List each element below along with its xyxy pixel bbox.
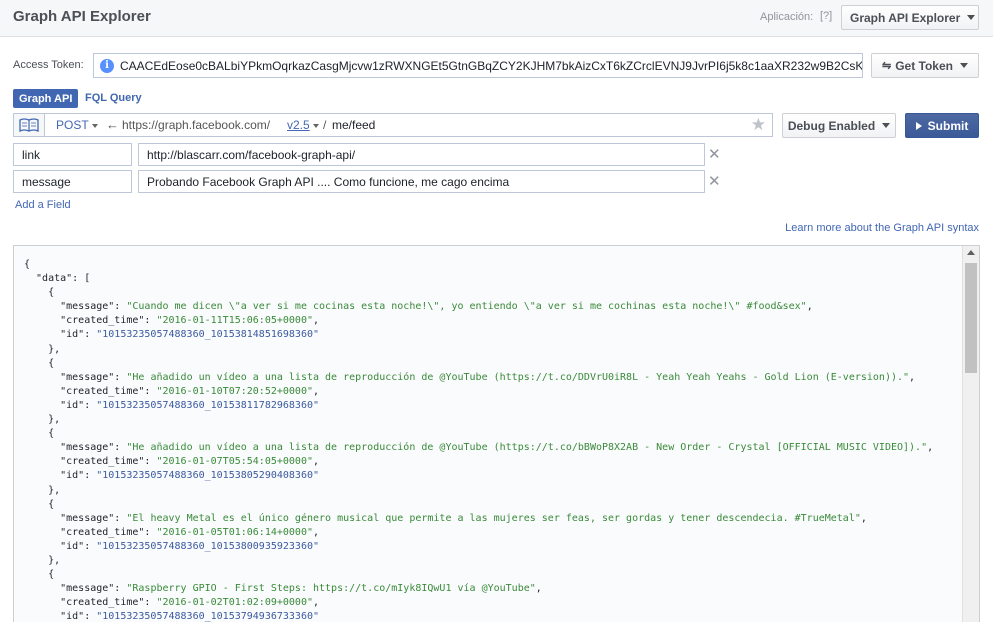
- tab-fql-query[interactable]: FQL Query: [85, 92, 142, 104]
- submit-button[interactable]: Submit: [905, 113, 979, 138]
- application-select-label: Graph API Explorer: [850, 10, 961, 25]
- chevron-down-icon: [312, 123, 319, 128]
- version-label: v2.5: [287, 118, 310, 132]
- info-icon[interactable]: i: [100, 58, 114, 73]
- get-token-label: Get Token: [895, 58, 953, 73]
- access-token-input[interactable]: i CAACEdEose0cBALbiYPkmOqrkazCasgMjcvw1z…: [93, 53, 863, 78]
- debug-select[interactable]: Debug Enabled: [782, 113, 896, 138]
- swap-icon: ⇋: [881, 60, 892, 72]
- field-value-input[interactable]: Probando Facebook Graph API .... Como fu…: [138, 170, 705, 193]
- get-token-button[interactable]: ⇋ Get Token: [871, 53, 979, 78]
- play-icon: [915, 121, 922, 130]
- result-created-time: "2016-01-11T15:06:05+0000": [156, 315, 313, 327]
- chevron-down-icon: [882, 123, 891, 128]
- version-select[interactable]: v2.5: [287, 118, 319, 132]
- add-field-link[interactable]: Add a Field: [15, 199, 71, 211]
- chevron-down-icon: [967, 15, 976, 20]
- submit-label: Submit: [927, 118, 969, 133]
- close-icon[interactable]: ✕: [708, 145, 721, 163]
- scrollbar-thumb[interactable]: [965, 263, 977, 373]
- result-scrollbar[interactable]: [962, 246, 979, 622]
- arrow-left-icon: ←: [106, 117, 119, 132]
- scroll-up-icon[interactable]: [967, 250, 975, 255]
- field-name-input[interactable]: link: [13, 143, 132, 166]
- star-icon[interactable]: ★: [751, 115, 766, 135]
- learn-more-link[interactable]: Learn more about the Graph API syntax: [785, 222, 979, 234]
- result-id[interactable]: "10153235057488360_10153805290408360": [96, 470, 319, 481]
- json-result: { "data": [ { "message": "Cuando me dice…: [24, 259, 934, 622]
- result-message: "El heavy Metal es el único género music…: [126, 512, 861, 524]
- result-created-time: "2016-01-05T01:06:14+0000": [156, 526, 313, 538]
- method-label: POST: [56, 118, 89, 132]
- book-icon: [19, 118, 39, 132]
- application-select[interactable]: Graph API Explorer: [841, 5, 979, 30]
- access-token-value: CAACEdEose0cBALbiYPkmOqrkazCasgMjcvw1zRW…: [120, 58, 862, 73]
- result-created-time: "2016-01-07T05:54:05+0000": [156, 456, 313, 468]
- application-label: Aplicación:: [760, 11, 814, 23]
- access-token-label: Access Token:: [13, 59, 84, 71]
- debug-label: Debug Enabled: [787, 118, 876, 133]
- result-id[interactable]: "10153235057488360_10153800935923360": [96, 541, 319, 552]
- chevron-down-icon: [960, 63, 968, 68]
- reference-book-button[interactable]: [14, 114, 45, 136]
- field-value-input[interactable]: http://blascarr.com/facebook-graph-api/: [138, 143, 705, 166]
- path-input[interactable]: me/feed: [332, 118, 375, 132]
- close-icon[interactable]: ✕: [708, 172, 721, 190]
- chevron-down-icon: [91, 123, 98, 128]
- result-message: "He añadido un vídeo a una lista de repr…: [126, 371, 910, 383]
- result-pane[interactable]: { "data": [ { "message": "Cuando me dice…: [13, 245, 980, 622]
- header-bar: Graph API Explorer Aplicación: [?] Graph…: [0, 0, 993, 37]
- tab-graph-api[interactable]: Graph API: [13, 89, 79, 108]
- method-select[interactable]: POST: [56, 118, 98, 132]
- app-title: Graph API Explorer: [13, 8, 151, 25]
- result-message: "Cuando me dicen \"a ver si me cocinas e…: [126, 301, 807, 313]
- result-message: "He añadido un vídeo a una lista de repr…: [126, 442, 928, 454]
- base-url: https://graph.facebook.com/: [122, 118, 271, 132]
- result-id[interactable]: "10153235057488360_10153814851698360": [96, 329, 319, 340]
- result-created-time: "2016-01-10T07:20:52+0000": [156, 385, 313, 397]
- result-id[interactable]: "10153235057488360_10153794936733360": [96, 611, 319, 622]
- result-message: "Raspberry GPIO - First Steps: https://t…: [126, 583, 536, 595]
- result-id[interactable]: "10153235057488360_10153811782968360": [96, 400, 319, 411]
- help-link[interactable]: [?]: [820, 10, 832, 22]
- field-name-input[interactable]: message: [13, 170, 132, 193]
- result-created-time: "2016-01-02T01:02:09+0000": [156, 597, 313, 609]
- request-path-bar: POST ← https://graph.facebook.com/ v2.5 …: [13, 113, 773, 137]
- path-separator: /: [323, 118, 327, 132]
